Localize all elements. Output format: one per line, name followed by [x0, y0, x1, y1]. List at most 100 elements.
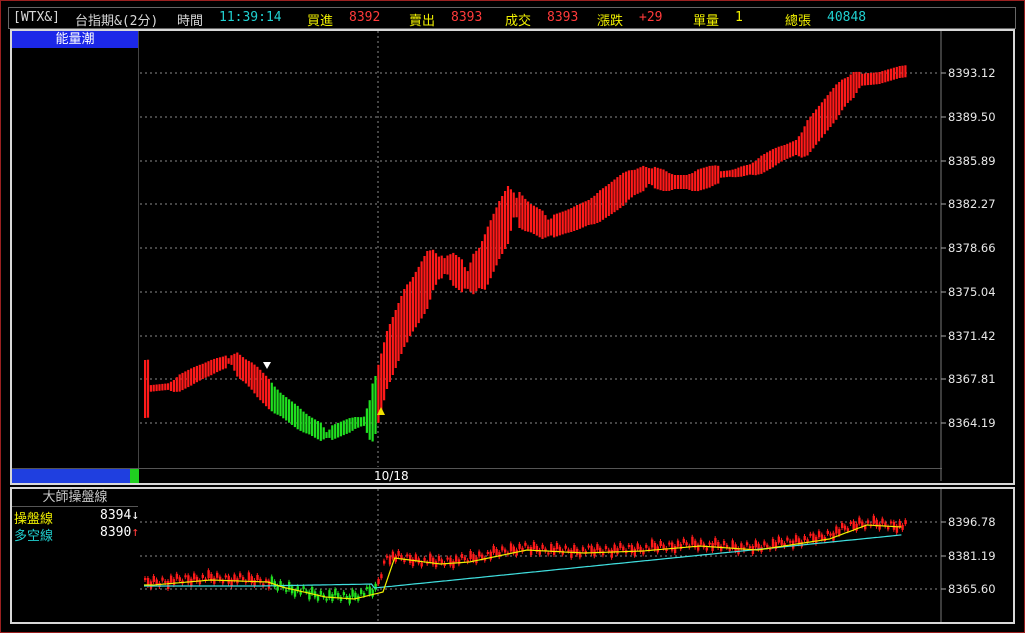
energy-bar [411, 277, 414, 332]
energy-bar [455, 255, 458, 288]
energy-bar [475, 250, 478, 292]
candle-body [529, 547, 533, 555]
energy-bar [806, 120, 809, 156]
energy-bar [653, 166, 656, 189]
candle-body [316, 595, 320, 601]
energy-bar [524, 198, 527, 232]
energy-bar [218, 357, 222, 371]
energy-bar [190, 368, 193, 386]
candle-body [780, 539, 783, 545]
candle-body [789, 540, 792, 543]
energy-bar [668, 173, 671, 191]
candle-body [607, 549, 611, 552]
candle-body [311, 587, 314, 594]
energy-bar [697, 169, 700, 192]
candle-body [452, 561, 455, 569]
energy-bar [504, 191, 507, 249]
energy-bar [429, 250, 432, 300]
energy-bar [593, 195, 596, 225]
energy-bar [627, 170, 630, 200]
energy-bar [757, 158, 760, 175]
energy-bar [158, 384, 161, 391]
candle-body [564, 545, 567, 549]
energy-bar [786, 143, 789, 159]
energy-bar [578, 203, 582, 229]
candle-body [532, 542, 536, 549]
candle-body [740, 543, 743, 549]
candle-body [633, 548, 636, 556]
candle-body [754, 540, 757, 548]
candle-body [852, 521, 855, 530]
chart-canvas[interactable]: 8393.12 8389.50 8385.89 8382.27 8378.66 8375.… [0, 0, 1025, 633]
candle-body [800, 541, 803, 547]
candle-body [812, 533, 815, 542]
candle-body [437, 555, 441, 561]
candle-body [449, 557, 452, 566]
energy-bar [573, 206, 576, 231]
candle-body [492, 545, 495, 553]
candle-body [247, 572, 251, 581]
candle-body [193, 573, 196, 580]
candle-body [368, 586, 371, 595]
candle-body [285, 589, 288, 592]
candle-body [457, 559, 461, 565]
candle-body [815, 536, 818, 544]
energy-bar [619, 175, 622, 209]
candle-body [619, 543, 622, 548]
energy-bar [256, 366, 259, 398]
energy-bar [452, 252, 455, 286]
energy-bar [665, 171, 668, 191]
candle-body [276, 585, 279, 591]
energy-bar [895, 66, 898, 79]
energy-bar [731, 169, 734, 178]
candle-body [342, 592, 346, 596]
energy-bar [803, 126, 806, 157]
candle-body [279, 581, 282, 586]
candle-body [164, 581, 167, 583]
energy-bar [319, 422, 322, 441]
energy-bar [457, 257, 461, 290]
energy-bar [564, 210, 567, 234]
candle-body [722, 541, 726, 545]
energy-bar [394, 310, 397, 368]
energy-bar [815, 109, 818, 145]
candle-body [201, 574, 204, 578]
energy-bar [181, 372, 184, 391]
energy-bar [679, 175, 682, 189]
energy-bar [553, 214, 556, 238]
energy-bar [599, 190, 602, 222]
energy-bar [483, 234, 486, 290]
energy-bar [172, 380, 175, 392]
energy-bar [426, 251, 429, 309]
energy-bar [722, 170, 726, 178]
candle-body [771, 538, 775, 547]
energy-bar [708, 165, 711, 188]
energy-bar [561, 211, 564, 235]
energy-bar [501, 196, 504, 254]
energy-bar [645, 167, 648, 188]
energy-bar [881, 71, 884, 84]
candle-body [178, 577, 181, 582]
candle-body [786, 537, 789, 541]
candle-body [455, 555, 458, 562]
energy-bar [694, 171, 697, 191]
candle-body [604, 546, 608, 550]
candle-body [567, 549, 570, 552]
energy-bar [521, 195, 524, 230]
candle-body [581, 547, 585, 552]
candle-body [809, 533, 812, 536]
candle-body [518, 543, 521, 549]
energy-bar [884, 70, 887, 83]
candle-body [302, 586, 305, 590]
energy-bar [852, 72, 855, 98]
candle-body [501, 546, 504, 551]
energy-bar [290, 401, 294, 425]
energy-bar [417, 266, 420, 324]
candle-body [481, 554, 484, 559]
candle-body [380, 574, 383, 579]
energy-bar [760, 155, 763, 174]
energy-bar [149, 385, 152, 392]
candle-body [446, 557, 449, 560]
energy-bar [437, 256, 440, 280]
candle-body [256, 575, 259, 580]
